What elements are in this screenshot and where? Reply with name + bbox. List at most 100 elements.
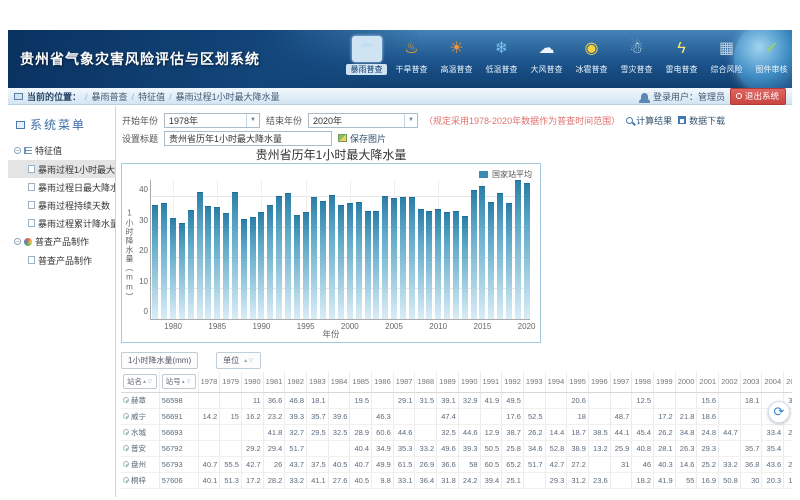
bar-2007: [409, 197, 415, 319]
station-name-cell[interactable]: 盘州: [121, 456, 159, 472]
value-cell: 39.3: [285, 408, 307, 424]
sidebar-group-label: 特征值: [35, 144, 62, 157]
value-cell: 37.5: [307, 456, 329, 472]
col-header-year-1985: 1985: [350, 372, 372, 392]
value-cell: 18.1: [740, 392, 762, 408]
nav-item-图件审核[interactable]: ✔图件审核: [751, 36, 792, 75]
station-name-sort[interactable]: 站名▲▽: [123, 374, 157, 389]
value-cell: [372, 392, 394, 408]
value-cell: [220, 440, 242, 456]
station-name-cell[interactable]: 普安: [121, 440, 159, 456]
station-name-cell[interactable]: 赫章: [121, 392, 159, 408]
x-tick-label: 2005: [385, 322, 403, 331]
nav-item-冰雹普查[interactable]: ◉冰雹普查: [571, 36, 612, 75]
breadcrumb-segment[interactable]: 暴雨普查: [92, 92, 128, 102]
value-cell: 29.5: [307, 424, 329, 440]
chevron-down-icon: ▼: [246, 114, 259, 127]
bar-1986: [223, 213, 229, 319]
breadcrumb-segment[interactable]: 暴雨过程1小时最大降水量: [176, 92, 280, 102]
bar-2012: [453, 211, 459, 319]
breadcrumb-prefix: 当前的位置：: [27, 90, 81, 103]
sort-arrows-icon: ▲▽: [142, 379, 153, 385]
value-type-filter[interactable]: 1小时降水量(mm): [121, 352, 198, 369]
save-image-button[interactable]: 保存图片: [338, 132, 386, 145]
file-icon: [28, 165, 35, 173]
breadcrumb-separator: /: [132, 92, 135, 102]
value-cell: 20.6: [567, 392, 589, 408]
sidebar-group-特征值[interactable]: – 特征值: [8, 141, 115, 160]
nav-item-干旱普查[interactable]: ♨干旱普查: [391, 36, 432, 75]
bar-2015: [479, 186, 485, 319]
value-cell: 38.5: [588, 424, 610, 440]
col-header-year-2003: 2003: [740, 372, 762, 392]
col-header-year-2005: 2005: [784, 372, 792, 392]
station-id-sort[interactable]: 站号▲▽: [162, 374, 196, 389]
table-filters: 1小时降水量(mm) 单位 ▲▽: [121, 352, 261, 369]
calculate-button[interactable]: 计算结果: [626, 114, 672, 127]
station-name-cell[interactable]: 水城: [121, 424, 159, 440]
nav-item-label: 雪灾普查: [616, 64, 657, 75]
col-header-year-1978: 1978: [198, 372, 220, 392]
value-cell: 23.2: [263, 408, 285, 424]
value-cell: 31.5: [415, 392, 437, 408]
value-cell: 14.4: [545, 424, 567, 440]
chart-title-input[interactable]: 贵州省历年1小时最大降水量: [164, 131, 332, 146]
bar-1989: [250, 217, 256, 319]
nav-item-综合风险[interactable]: ▦综合风险: [706, 36, 747, 75]
refresh-icon: ⟳: [774, 404, 785, 419]
chart-title: 贵州省历年1小时最大降水量: [121, 146, 541, 163]
bar-2008: [418, 209, 424, 319]
top-nav: ☂暴雨普查♨干旱普查☀高温普查❄低温普查☁大风普查◉冰雹普查☃雪灾普查ϟ雷电普查…: [346, 36, 792, 75]
station-name-cell[interactable]: 威宁: [121, 408, 159, 424]
save-disk-icon: [678, 116, 686, 124]
value-cell: 38.9: [567, 440, 589, 456]
value-cell: 43.7: [285, 456, 307, 472]
sidebar-group-普查产品制作[interactable]: –普查产品制作: [8, 232, 115, 251]
value-cell: 52.8: [545, 440, 567, 456]
lightning-icon: ϟ: [667, 36, 697, 62]
station-name-cell[interactable]: 桐梓: [121, 472, 159, 488]
value-cell: 17.2: [241, 472, 263, 488]
nav-item-低温普查[interactable]: ❄低温普查: [481, 36, 522, 75]
start-year-select[interactable]: 1978年 ▼: [164, 113, 260, 128]
start-year-label: 开始年份: [122, 114, 158, 127]
col-header-year-1982: 1982: [285, 372, 307, 392]
value-cell: [588, 392, 610, 408]
nav-item-高温普查[interactable]: ☀高温普查: [436, 36, 477, 75]
nav-item-雷电普查[interactable]: ϟ雷电普查: [661, 36, 702, 75]
sidebar-item-暴雨过程累计降水量[interactable]: 暴雨过程累计降水量: [8, 214, 115, 232]
sidebar-item-普查产品制作[interactable]: 普查产品制作: [8, 251, 115, 269]
sidebar-item-暴雨过程1小时最大降水量[interactable]: 暴雨过程1小时最大降水量: [8, 160, 115, 178]
radio-icon: [123, 461, 129, 467]
app-title: 贵州省气象灾害风险评估与区划系统: [20, 49, 260, 69]
refresh-button[interactable]: ⟳: [768, 401, 790, 423]
unit-sort-filter[interactable]: 单位 ▲▽: [216, 352, 261, 369]
value-cell: 28.1: [654, 440, 676, 456]
value-cell: [241, 424, 263, 440]
col-header-year-1996: 1996: [588, 372, 610, 392]
value-cell: 41.9: [654, 472, 676, 488]
y-tick-label: 30: [139, 216, 148, 225]
sidebar-item-暴雨过程持续天数[interactable]: 暴雨过程持续天数: [8, 196, 115, 214]
tree-toggle-icon[interactable]: –: [14, 147, 21, 154]
value-cell: 41.8: [263, 424, 285, 440]
chart-plot-box: 国家站平均 1小时降水量（mm） 01020304019801985199019…: [121, 163, 541, 343]
nav-item-雪灾普查[interactable]: ☃雪灾普查: [616, 36, 657, 75]
tree-toggle-icon[interactable]: –: [14, 238, 21, 245]
breadcrumb-segment[interactable]: 特征值: [138, 92, 165, 102]
bar-2001: [356, 202, 362, 319]
col-header-year-1995: 1995: [567, 372, 589, 392]
rainstorm-icon: ☂: [352, 36, 382, 62]
value-cell: 34.8: [675, 424, 697, 440]
nav-item-大风普查[interactable]: ☁大风普查: [526, 36, 567, 75]
nav-item-暴雨普查[interactable]: ☂暴雨普查: [346, 36, 387, 75]
download-button[interactable]: 数据下载: [678, 114, 725, 127]
logout-button[interactable]: 退出系统: [730, 88, 786, 105]
value-cell: 40.7: [350, 456, 372, 472]
end-year-select[interactable]: 2020年 ▼: [308, 113, 418, 128]
value-cell: 51.7: [523, 456, 545, 472]
file-icon: [28, 256, 35, 264]
value-cell: 25.8: [502, 440, 524, 456]
sidebar-item-暴雨过程日最大降水量[interactable]: 暴雨过程日最大降水量: [8, 178, 115, 196]
col-header-year-2000: 2000: [675, 372, 697, 392]
